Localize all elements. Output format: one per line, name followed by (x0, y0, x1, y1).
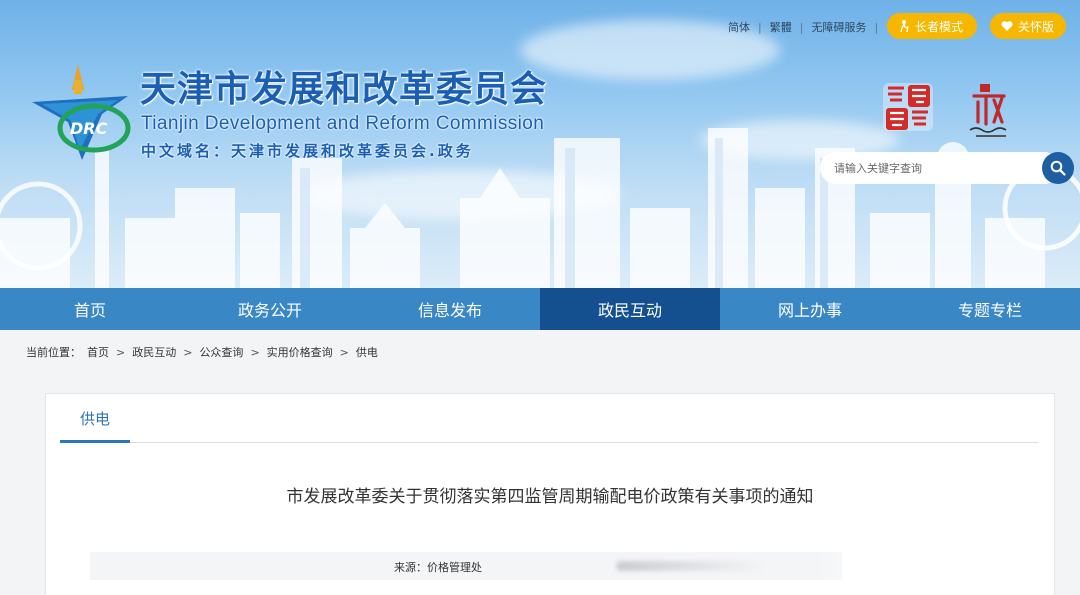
elder-mode-button[interactable]: 长者模式 (887, 13, 977, 39)
nav-government-affairs[interactable]: 政务公开 (180, 288, 360, 330)
tab-power-supply[interactable]: 供电 (60, 394, 130, 442)
nav-special-topics[interactable]: 专题专栏 (900, 288, 1080, 330)
breadcrumb-label: 当前位置： (26, 346, 81, 359)
top-link-accessibility[interactable]: 无障碍服务 (803, 19, 874, 35)
blurred-meta-text (616, 561, 766, 571)
elder-mode-label: 长者模式 (915, 19, 964, 34)
heart-icon (1000, 19, 1014, 33)
care-mode-label: 关怀版 (1018, 19, 1055, 34)
breadcrumb-item-public-query[interactable]: 公众查询 (199, 344, 243, 360)
site-header: 简体 | 繁體 | 无障碍服务 | 长者模式 关怀版 DRC 天津市发展和改革委… (0, 0, 1080, 288)
top-links: 简体 | 繁體 | 无障碍服务 | (720, 16, 878, 38)
breadcrumb-item-home[interactable]: 首页 (87, 344, 109, 360)
site-search (820, 152, 1076, 184)
search-icon (1050, 160, 1066, 176)
breadcrumb-item-public-interaction[interactable]: 政民互动 (132, 344, 176, 360)
breadcrumb-separator: > (339, 345, 349, 359)
page: 简体 | 繁體 | 无障碍服务 | 长者模式 关怀版 DRC 天津市发展和改革委… (0, 0, 1080, 595)
breadcrumb-item-power-supply[interactable]: 供电 (356, 344, 378, 360)
article-source: 来源：价格管理处 (394, 561, 482, 574)
search-button[interactable] (1042, 152, 1074, 184)
tab-divider (60, 442, 1038, 443)
jingcai-tianjin-badge[interactable] (882, 82, 934, 132)
search-input[interactable] (820, 152, 1060, 184)
logo-text: DRC (70, 119, 108, 138)
top-link-traditional[interactable]: 繁體 (762, 19, 800, 35)
site-domain-label: 中文域名：天津市发展和改革委员会.政务 (141, 142, 474, 160)
breadcrumb-separator: > (116, 345, 126, 359)
tab-active-indicator (60, 440, 130, 443)
nav-online-services[interactable]: 网上办事 (720, 288, 900, 330)
breadcrumb-item-price-query[interactable]: 实用价格查询 (267, 344, 333, 360)
nav-news-releases[interactable]: 信息发布 (360, 288, 540, 330)
breadcrumb-separator: > (250, 345, 260, 359)
nav-public-interaction[interactable]: 政民互动 (540, 288, 720, 330)
article-title: 市发展改革委关于贯彻落实第四监管周期输配电价政策有关事项的通知 (286, 487, 814, 507)
elder-icon (897, 19, 911, 33)
content-panel: 供电 市发展改革委关于贯彻落实第四监管周期输配电价政策有关事项的通知 来源：价格… (45, 393, 1055, 595)
divider: | (874, 20, 879, 34)
nav-home[interactable]: 首页 (0, 288, 180, 330)
drc-logo[interactable]: DRC (28, 62, 138, 162)
overexposed-corner (814, 532, 1054, 595)
credit-tianjin-badge[interactable] (966, 80, 1016, 140)
care-mode-button[interactable]: 关怀版 (990, 13, 1066, 39)
top-link-simplified[interactable]: 简体 (720, 19, 758, 35)
site-title[interactable]: 天津市发展和改革委员会 (140, 60, 547, 112)
breadcrumb-separator: > (183, 345, 193, 359)
main-nav: 首页 政务公开 信息发布 政民互动 网上办事 专题专栏 (0, 288, 1080, 330)
breadcrumb: 当前位置： 首页 > 政民互动 > 公众查询 > 实用价格查询 > 供电 (26, 343, 378, 361)
site-title-english: Tianjin Development and Reform Commissio… (141, 113, 545, 134)
